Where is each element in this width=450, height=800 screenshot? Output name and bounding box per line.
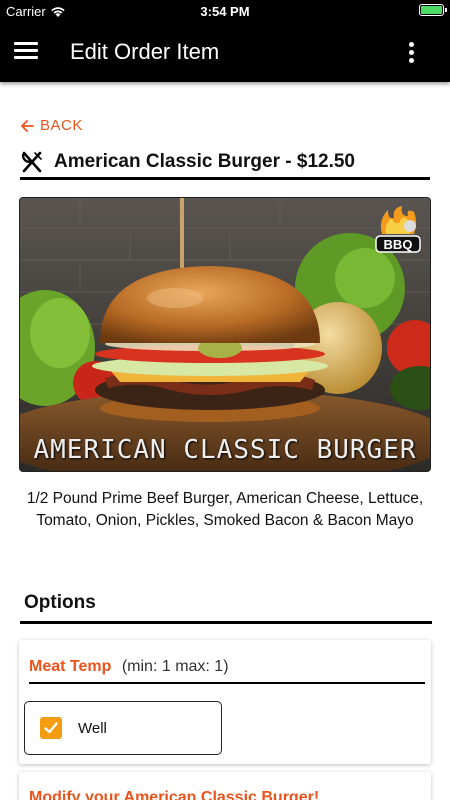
image-caption: AMERICAN CLASSIC BURGER — [33, 435, 417, 465]
options-header: Options — [20, 592, 432, 624]
option-group-title: Modify your American Classic Burger! — [29, 789, 320, 800]
item-image: BBQ AMERICAN CLASSIC BURGER — [19, 197, 431, 472]
battery-fill — [421, 6, 442, 14]
back-label: BACK — [40, 117, 83, 134]
checkbox-checked-icon[interactable] — [40, 717, 62, 739]
hamburger-menu-icon[interactable] — [14, 42, 38, 62]
option-group-limits: (min: 1 max: 1) — [121, 658, 229, 675]
status-time: 3:54 PM — [200, 4, 250, 19]
arrow-left-icon — [21, 119, 34, 132]
battery-icon — [419, 4, 447, 16]
item-title-row: American Classic Burger - $12.50 — [20, 146, 430, 180]
back-button[interactable]: BACK — [20, 117, 83, 134]
burger-photo — [20, 198, 430, 471]
status-bar: Carrier 3:54 PM — [0, 0, 450, 22]
logo-text: BBQ — [384, 237, 413, 252]
option-group-card: Modify your American Classic Burger! — [19, 772, 431, 800]
status-right — [419, 4, 447, 16]
option-group-card: Meat Temp (min: 1 max: 1) Well — [19, 640, 431, 764]
option-choice-well[interactable]: Well — [24, 701, 222, 755]
option-group-header: Meat Temp (min: 1 max: 1) — [29, 658, 425, 684]
options-title: Options — [24, 592, 96, 613]
option-choice-label: Well — [78, 719, 107, 737]
app-bar: Edit Order Item — [0, 22, 450, 82]
fork-knife-icon — [21, 151, 42, 172]
page-title: Edit Order Item — [70, 39, 220, 64]
option-group-title: Meat Temp — [29, 658, 112, 675]
item-description: 1/2 Pound Prime Beef Burger, American Ch… — [26, 490, 424, 529]
more-vertical-icon[interactable] — [406, 42, 416, 64]
item-title: American Classic Burger - $12.50 — [54, 150, 355, 172]
restaurant-logo: BBQ — [375, 206, 421, 253]
